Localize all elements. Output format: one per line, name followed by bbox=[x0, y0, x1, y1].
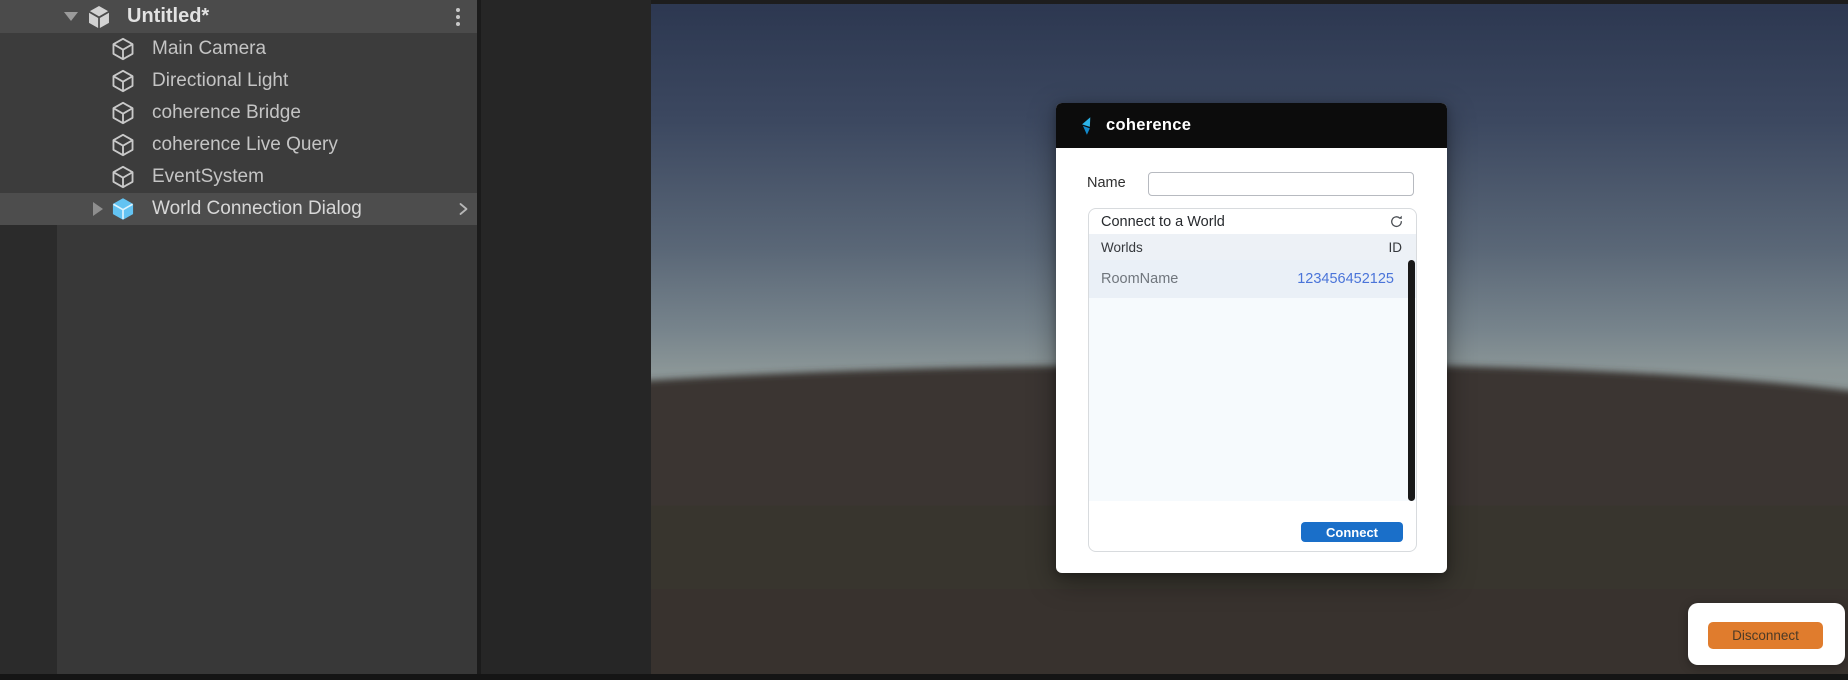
hierarchy-list: Main Camera Directional Light coherence Br… bbox=[0, 33, 477, 225]
name-input[interactable] bbox=[1148, 172, 1414, 196]
coherence-logo-icon bbox=[1082, 116, 1091, 135]
hierarchy-item-eventsystem[interactable]: EventSystem bbox=[0, 161, 477, 193]
world-name: RoomName bbox=[1101, 271, 1179, 287]
world-row-roomname[interactable]: RoomName 123456452125 bbox=[1089, 260, 1416, 298]
disconnect-panel: Disconnect bbox=[1688, 603, 1845, 665]
cube-icon bbox=[112, 101, 134, 125]
hierarchy-item-main-camera[interactable]: Main Camera bbox=[0, 33, 477, 65]
hierarchy-item-label: Main Camera bbox=[152, 38, 267, 59]
hierarchy-item-coherence-bridge[interactable]: coherence Bridge bbox=[0, 97, 477, 129]
worlds-scrollbar[interactable] bbox=[1408, 260, 1415, 501]
disconnect-button[interactable]: Disconnect bbox=[1708, 622, 1823, 649]
scene-header-row[interactable]: Untitled* bbox=[0, 0, 477, 33]
bottom-edge bbox=[0, 674, 1848, 680]
hierarchy-item-label: coherence Bridge bbox=[152, 102, 301, 123]
expand-arrow[interactable] bbox=[86, 202, 110, 216]
scene-foldout-arrow[interactable] bbox=[60, 12, 82, 21]
world-connection-dialog: coherence Name Connect to a World Worlds… bbox=[1056, 103, 1447, 573]
prefab-cube-icon bbox=[112, 198, 134, 220]
worlds-panel-title: Connect to a World bbox=[1101, 213, 1225, 230]
scene-menu-button[interactable] bbox=[456, 7, 460, 26]
hierarchy-item-directional-light[interactable]: Directional Light bbox=[0, 65, 477, 97]
hierarchy-item-world-connection-dialog[interactable]: World Connection Dialog bbox=[0, 193, 477, 225]
dialog-header: coherence bbox=[1056, 103, 1447, 148]
brand-name: coherence bbox=[1106, 116, 1192, 134]
world-id: 123456452125 bbox=[1297, 271, 1394, 287]
cube-icon bbox=[112, 69, 134, 93]
worlds-panel-titlebar: Connect to a World bbox=[1089, 209, 1416, 234]
id-column-label: ID bbox=[1388, 239, 1403, 255]
game-view-top-edge bbox=[651, 0, 1848, 4]
worlds-table-header: Worlds ID bbox=[1089, 234, 1416, 260]
prefab-open-chevron-icon[interactable] bbox=[455, 201, 471, 217]
cube-icon bbox=[112, 133, 134, 157]
cube-icon bbox=[112, 165, 134, 189]
scene-title: Untitled* bbox=[127, 5, 210, 27]
hierarchy-panel: Untitled* Main Camera Directional Light co… bbox=[0, 0, 477, 675]
hierarchy-item-label: coherence Live Query bbox=[152, 134, 338, 155]
hierarchy-item-label: EventSystem bbox=[152, 166, 264, 187]
hierarchy-item-coherence-live-query[interactable]: coherence Live Query bbox=[0, 129, 477, 161]
worlds-panel: Connect to a World Worlds ID RoomName 12… bbox=[1088, 208, 1417, 552]
hierarchy-item-label: Directional Light bbox=[152, 70, 289, 91]
unity-scene-icon bbox=[89, 5, 109, 28]
triangle-right-icon bbox=[93, 202, 103, 216]
worlds-column-label: Worlds bbox=[1101, 239, 1143, 255]
cube-icon bbox=[112, 37, 134, 61]
refresh-icon[interactable] bbox=[1389, 214, 1404, 229]
connect-button[interactable]: Connect bbox=[1301, 522, 1403, 542]
panel-divider bbox=[477, 0, 651, 675]
unity-editor: Untitled* Main Camera Directional Light co… bbox=[0, 0, 1848, 680]
triangle-down-icon bbox=[64, 12, 78, 21]
name-label: Name bbox=[1087, 175, 1126, 191]
hierarchy-item-label: World Connection Dialog bbox=[152, 198, 362, 219]
worlds-list-empty bbox=[1089, 298, 1416, 501]
hierarchy-empty-area bbox=[0, 225, 57, 675]
